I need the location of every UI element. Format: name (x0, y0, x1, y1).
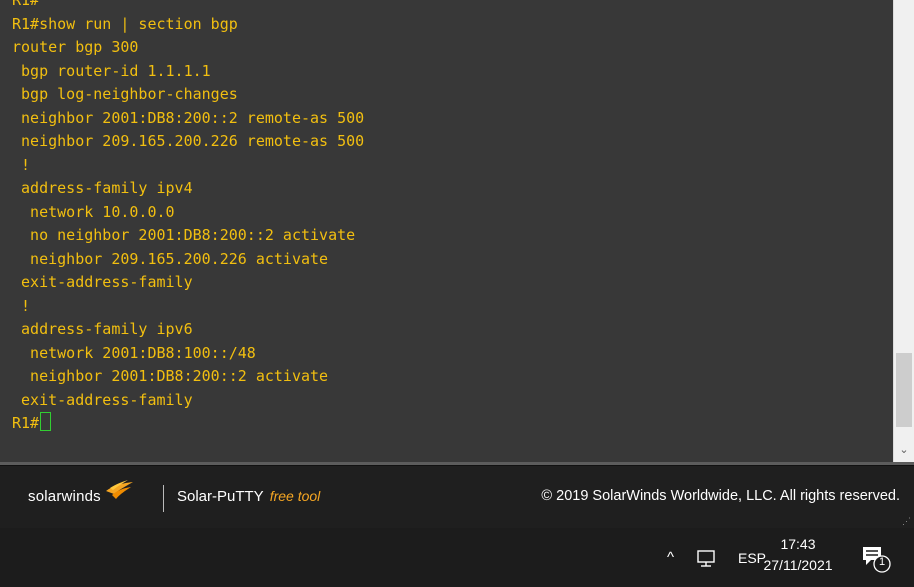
terminal-line: neighbor 209.165.200.226 remote-as 500 (12, 132, 365, 150)
solarwinds-flame-icon (104, 479, 134, 501)
solarwinds-logo[interactable]: solarwinds (28, 479, 134, 505)
clock-time: 17:43 (780, 536, 816, 552)
scrollbar-thumb[interactable] (896, 353, 912, 427)
footer-separator (163, 485, 164, 512)
terminal-line: neighbor 209.165.200.226 activate (12, 249, 329, 268)
terminal-line: bgp router-id 1.1.1.1 (12, 61, 211, 80)
terminal-line: neighbor 2001:DB8:200::2 remote-as 500 (12, 108, 365, 127)
terminal-prompt-line[interactable]: R1# (0, 412, 893, 436)
terminal-prompt: R1# (12, 414, 40, 432)
network-icon[interactable] (695, 528, 719, 587)
scroll-down-arrow-icon[interactable]: ⌄ (894, 442, 914, 458)
terminal-line: ! (12, 296, 31, 315)
terminal-window[interactable]: R1# R1#show run | section bgp router bgp… (0, 0, 893, 462)
show-hidden-icons-chevron-icon[interactable]: ^ (667, 528, 674, 587)
terminal-line: network 10.0.0.0 (12, 202, 175, 221)
terminal-line: R1# (12, 0, 40, 9)
clock-date: 27/11/2021 (763, 557, 833, 573)
product-name: Solar-PuTTY free tool (177, 488, 320, 505)
app-footer: solarwinds Solar-PuTTY free tool © 2019 S… (0, 465, 914, 529)
terminal-line: exit-address-family (12, 273, 193, 291)
windows-taskbar: ^ ESP 17:43 27/11/2021 1 (0, 528, 914, 587)
vertical-scrollbar[interactable]: ⌄ (893, 0, 914, 462)
terminal-line: ! (12, 155, 31, 174)
terminal-line: router bgp 300 (12, 38, 139, 56)
terminal-line: address-family ipv4 (12, 179, 193, 197)
terminal-line: address-family ipv6 (12, 320, 193, 338)
taskbar-clock[interactable]: 17:43 27/11/2021 (758, 534, 838, 576)
terminal-cursor (40, 412, 52, 431)
terminal-output: R1# R1#show run | section bgp router bgp… (0, 0, 893, 436)
brand-name: solarwinds (28, 488, 101, 505)
terminal-line: bgp log-neighbor-changes (12, 85, 238, 103)
notification-center-icon[interactable]: 1 (860, 544, 892, 574)
terminal-line: R1#show run | section bgp (12, 14, 238, 33)
terminal-line: network 2001:DB8:100::/48 (12, 343, 256, 362)
product-title: Solar-PuTTY (177, 488, 264, 505)
notification-count-badge: 1 (878, 556, 886, 568)
terminal-line: neighbor 2001:DB8:200::2 activate (12, 367, 329, 385)
terminal-line: exit-address-family (12, 390, 193, 409)
product-tag: free tool (269, 488, 321, 504)
terminal-line: no neighbor 2001:DB8:200::2 activate (12, 226, 356, 244)
resize-grip-icon[interactable]: ⋰ (902, 517, 911, 526)
copyright-notice: © 2019 SolarWinds Worldwide, LLC. All ri… (541, 488, 900, 504)
